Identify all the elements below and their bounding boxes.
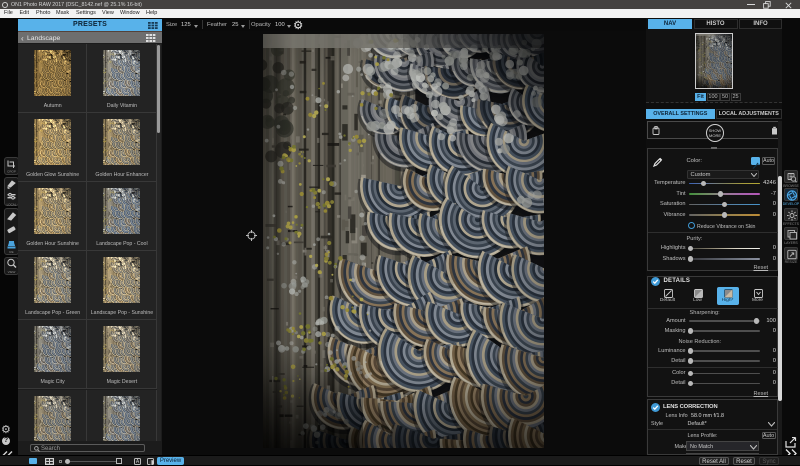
svg-text:VIEW: VIEW [7, 270, 15, 274]
svg-text:LOCAL: LOCAL [6, 202, 16, 206]
svg-text:CROP: CROP [7, 169, 16, 173]
svg-text:RE: RE [9, 250, 13, 254]
